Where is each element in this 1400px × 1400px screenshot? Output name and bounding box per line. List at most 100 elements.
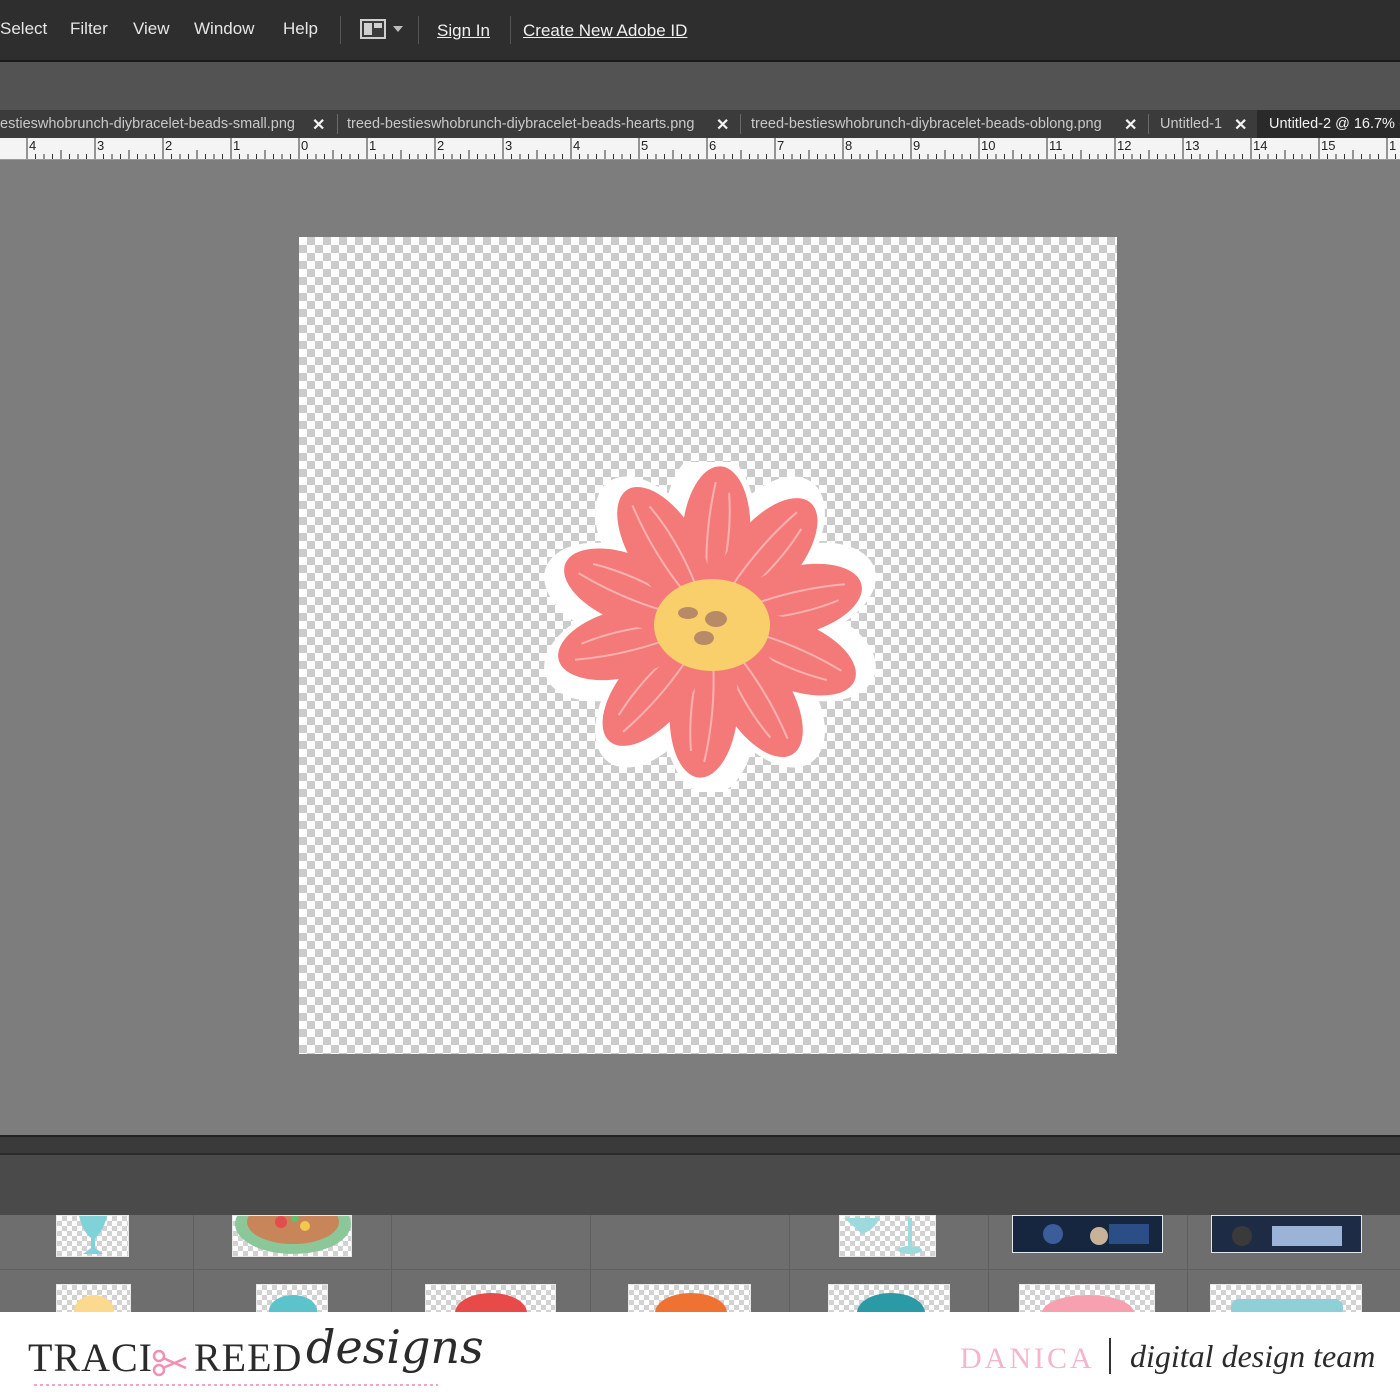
flower-center bbox=[654, 579, 770, 671]
photo-crowd-2 bbox=[1212, 1216, 1361, 1252]
tab-label: estieswhobrunch-diybracelet-beads-small.… bbox=[0, 116, 295, 132]
ruler-label: 1 bbox=[369, 138, 376, 153]
ruler-label: 14 bbox=[1253, 138, 1267, 153]
bin-thumbnail-photo-2[interactable] bbox=[1211, 1215, 1362, 1253]
ruler-label: 3 bbox=[505, 138, 512, 153]
brand-name-first: TRACI bbox=[28, 1335, 153, 1380]
menu-separator bbox=[340, 16, 341, 44]
editor-window: Select Filter View Window Help Sign In C… bbox=[0, 0, 1400, 1400]
project-bin-header bbox=[0, 1153, 1400, 1215]
menu-separator bbox=[510, 16, 511, 44]
cloud-pink-icon bbox=[1042, 1295, 1134, 1312]
menu-separator bbox=[418, 16, 419, 44]
bin-thumbnail-photo-1[interactable] bbox=[1012, 1215, 1163, 1253]
ruler-label: 4 bbox=[573, 138, 580, 153]
ruler-label: 7 bbox=[777, 138, 784, 153]
ruler-label: 15 bbox=[1321, 138, 1335, 153]
ruler-label: 8 bbox=[845, 138, 852, 153]
flower-yellow-icon bbox=[74, 1295, 114, 1312]
ruler-ticks: 4 3 2 1 0 1 2 3 4 5 6 7 8 9 10 11 12 13 14 15 1 bbox=[26, 138, 1396, 159]
close-icon[interactable]: ✕ bbox=[1124, 115, 1137, 135]
menu-view[interactable]: View bbox=[133, 19, 170, 39]
tab-divider bbox=[1148, 114, 1149, 134]
footer-divider bbox=[1109, 1338, 1111, 1374]
close-icon[interactable]: ✕ bbox=[716, 115, 729, 135]
bin-thumbnail-flower-teal-dark[interactable] bbox=[828, 1284, 950, 1312]
tab-label: treed-bestieswhobrunch-diybracelet-beads… bbox=[751, 116, 1102, 132]
panel-divider[interactable] bbox=[0, 1135, 1400, 1153]
ruler-label: 0 bbox=[301, 138, 308, 153]
designer-name: DANICA bbox=[960, 1342, 1095, 1375]
brand-script: designs bbox=[306, 1320, 484, 1374]
flower-teal-icon bbox=[269, 1295, 317, 1312]
ruler-label: 5 bbox=[641, 138, 648, 153]
bin-grid-line bbox=[193, 1215, 194, 1312]
ruler-label: 1 bbox=[1389, 138, 1396, 153]
ruler-label: 2 bbox=[437, 138, 444, 153]
tab-label: Untitled-1 bbox=[1160, 116, 1223, 132]
bin-thumbnail-flower-orange[interactable] bbox=[628, 1284, 751, 1312]
tab-beads-oblong[interactable]: treed-bestieswhobrunch-diybracelet-beads… bbox=[751, 110, 1143, 138]
horizontal-ruler: 4 3 2 1 0 1 2 3 4 5 6 7 8 9 10 11 12 13 14 15 1 bbox=[0, 138, 1400, 160]
tool-options-bar bbox=[0, 62, 1400, 110]
goblet-tipped-icon bbox=[844, 1218, 922, 1254]
menu-filter[interactable]: Filter bbox=[70, 19, 108, 39]
ruler-label: 9 bbox=[913, 138, 920, 153]
tab-label: treed-bestieswhobrunch-diybracelet-beads… bbox=[347, 116, 695, 132]
create-adobe-id-link[interactable]: Create New Adobe ID bbox=[523, 21, 687, 41]
photo-crowd-1 bbox=[1013, 1216, 1162, 1252]
bin-grid-line bbox=[0, 1269, 1400, 1270]
ruler-label: 3 bbox=[97, 138, 104, 153]
ruler-label: 1 bbox=[233, 138, 240, 153]
ruler-label: 6 bbox=[709, 138, 716, 153]
brand-footer: TRACI REED designs DANICA digital design… bbox=[0, 1312, 1400, 1400]
brand-name-last: REED bbox=[194, 1335, 303, 1380]
bin-grid-line bbox=[590, 1215, 591, 1312]
food-bowl-icon bbox=[235, 1216, 351, 1254]
flower-teal-dark-icon bbox=[857, 1293, 925, 1312]
tab-label: Untitled-2 @ 16.7% ( bbox=[1269, 116, 1400, 132]
menu-help[interactable]: Help bbox=[283, 19, 318, 39]
flower-sticker[interactable] bbox=[528, 462, 888, 792]
bin-grid-line bbox=[1187, 1215, 1188, 1312]
ruler-label: 2 bbox=[165, 138, 172, 153]
bin-thumbnail-cloud-teal[interactable] bbox=[1210, 1284, 1362, 1312]
tab-beads-small[interactable]: estieswhobrunch-diybracelet-beads-small.… bbox=[0, 110, 336, 138]
bin-grid-line bbox=[789, 1215, 790, 1312]
bin-thumbnail-flower-teal[interactable] bbox=[256, 1284, 328, 1312]
menu-select[interactable]: Select bbox=[0, 19, 47, 39]
tab-divider bbox=[337, 114, 338, 134]
ruler-label: 11 bbox=[1049, 138, 1063, 153]
bin-thumbnail-food[interactable] bbox=[232, 1215, 352, 1257]
bin-thumbnail-cloud-pink[interactable] bbox=[1019, 1284, 1155, 1312]
tab-untitled-1[interactable]: Untitled-1 ✕ bbox=[1160, 110, 1252, 138]
ruler-label: 12 bbox=[1117, 138, 1131, 153]
ruler-label: 4 bbox=[29, 138, 36, 153]
bin-grid-line bbox=[988, 1215, 989, 1312]
chevron-down-icon[interactable] bbox=[393, 26, 403, 32]
goblet-icon bbox=[79, 1216, 107, 1254]
document-tab-bar: estieswhobrunch-diybracelet-beads-small.… bbox=[0, 110, 1400, 138]
bin-grid-line bbox=[391, 1215, 392, 1312]
tab-divider bbox=[740, 114, 741, 134]
close-icon[interactable]: ✕ bbox=[1234, 115, 1247, 135]
sign-in-link[interactable]: Sign In bbox=[437, 21, 490, 41]
layout-grid-icon[interactable] bbox=[360, 19, 386, 39]
menu-window[interactable]: Window bbox=[194, 19, 254, 39]
ruler-label: 10 bbox=[981, 138, 995, 153]
close-icon[interactable]: ✕ bbox=[312, 115, 325, 135]
menu-bar: Select Filter View Window Help Sign In C… bbox=[0, 0, 1400, 62]
brand-dotted-underline bbox=[34, 1384, 438, 1386]
team-label: digital design team bbox=[1130, 1338, 1376, 1374]
bin-thumbnail-flower-yellow[interactable] bbox=[56, 1284, 131, 1312]
flower-red-icon bbox=[455, 1293, 527, 1312]
bin-thumbnail-goblet-tipped[interactable] bbox=[839, 1215, 936, 1257]
tab-untitled-2[interactable]: Untitled-2 @ 16.7% ( bbox=[1257, 110, 1400, 138]
bin-thumbnail-goblet[interactable] bbox=[56, 1215, 129, 1257]
tab-beads-hearts[interactable]: treed-bestieswhobrunch-diybracelet-beads… bbox=[347, 110, 737, 138]
flower-orange-icon bbox=[655, 1293, 727, 1312]
scissors-icon bbox=[152, 1349, 187, 1377]
ruler-label: 13 bbox=[1185, 138, 1199, 153]
cloud-teal-icon bbox=[1231, 1299, 1343, 1312]
bin-thumbnail-flower-red[interactable] bbox=[425, 1284, 556, 1312]
